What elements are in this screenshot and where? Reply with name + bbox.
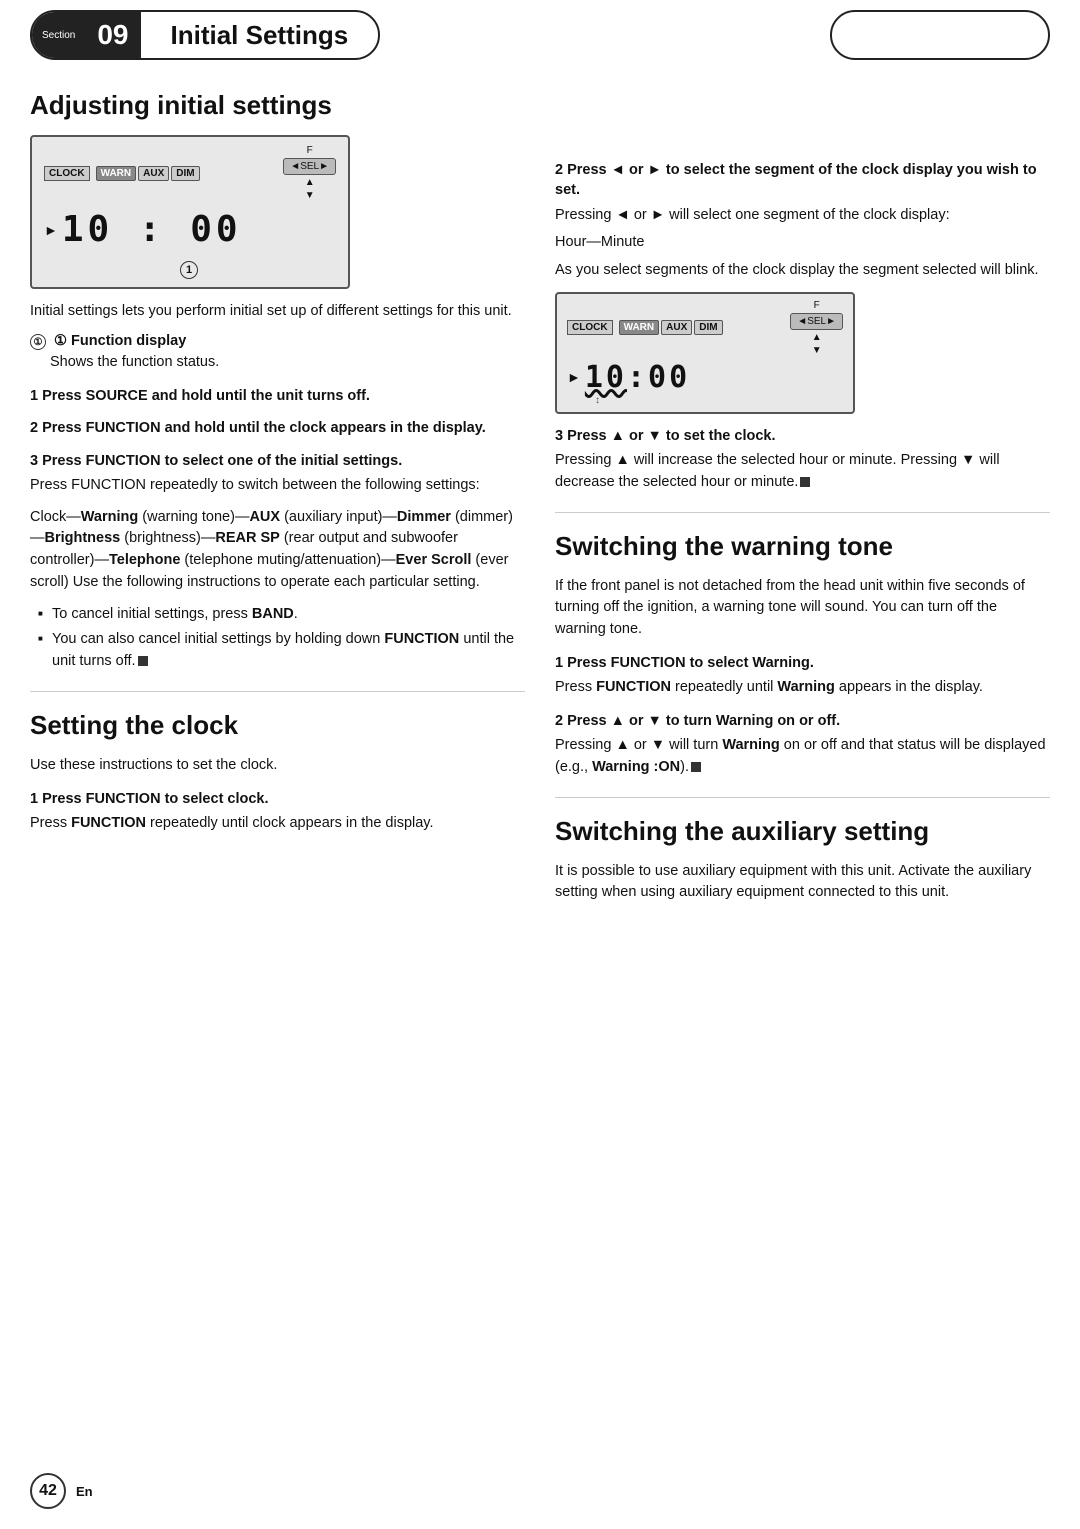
display2-dim-tab: DIM	[694, 320, 722, 335]
display2-warn-tab: WARN	[619, 320, 660, 335]
warning-step1-body: Press FUNCTION repeatedly until Warning …	[555, 677, 1050, 699]
page-header: Section 09 Initial Settings	[0, 0, 1080, 60]
left-column: Adjusting initial settings CLOCK WARN AU…	[30, 80, 525, 914]
display2-time: 10:00	[585, 360, 690, 395]
stop-symbol-2	[800, 477, 810, 487]
func-display-desc: Shows the function status.	[30, 352, 525, 374]
header-right-box	[830, 10, 1050, 60]
step3-heading: 3 Press FUNCTION to select one of the in…	[30, 451, 525, 471]
display-box-1: CLOCK WARN AUX DIM F ◄SEL► ▲ ▼	[30, 135, 350, 289]
section-divider-2	[555, 512, 1050, 513]
warning-step1-heading: 1 Press FUNCTION to select Warning.	[555, 653, 1050, 673]
circled-1: ①	[30, 334, 46, 350]
page-number: 42	[30, 1473, 66, 1509]
warn-tab: WARN	[96, 166, 137, 181]
clock-tab: CLOCK	[44, 166, 90, 181]
display2-minute: 00	[648, 360, 690, 395]
play-arrow-right: ►	[44, 222, 58, 238]
display-top-row: CLOCK WARN AUX DIM F ◄SEL► ▲ ▼	[44, 145, 336, 201]
display2-clock-tab: CLOCK	[567, 320, 613, 335]
clock-step1-body: Press FUNCTION repeatedly until clock ap…	[30, 813, 525, 835]
warning-heading: Switching the warning tone	[555, 531, 1050, 562]
sel-btn[interactable]: ◄SEL►	[283, 158, 336, 175]
section-label: Section	[32, 12, 85, 58]
display2-sel-btn[interactable]: ◄SEL►	[790, 313, 843, 330]
display-tabs: CLOCK WARN AUX DIM	[44, 166, 200, 181]
bullet-item-2: You can also cancel initial settings by …	[38, 629, 525, 673]
display2-time-row: ► 10:00	[567, 360, 843, 395]
display2-play-arrow: ►	[567, 369, 581, 385]
clock-intro: Use these instructions to set the clock.	[30, 755, 525, 777]
adjusting-intro: Initial settings lets you perform initia…	[30, 301, 525, 323]
step3-body2: Clock—Warning (warning tone)—AUX (auxili…	[30, 507, 525, 594]
section-number: 09	[85, 12, 140, 58]
clock-section-right: 2 Press ◄ or ► to select the segment of …	[555, 160, 1050, 494]
clock-section: Setting the clock Use these instructions…	[30, 710, 525, 835]
section-badge: Section 09 Initial Settings	[30, 10, 380, 60]
display-right-controls: F ◄SEL► ▲ ▼	[283, 145, 336, 201]
step3-body1: Press FUNCTION repeatedly to switch betw…	[30, 475, 525, 497]
stop-symbol-3	[691, 762, 701, 772]
auxiliary-heading: Switching the auxiliary setting	[555, 816, 1050, 847]
display2-top-row: CLOCK WARN AUX DIM F ◄SEL► ▲ ▼	[567, 300, 843, 356]
page-footer: 42 En	[30, 1473, 93, 1509]
func-display-title: ① ① Function display	[30, 333, 525, 351]
arrow-up: ▲	[305, 177, 315, 188]
warning-intro: If the front panel is not detached from …	[555, 576, 1050, 641]
display2-right-controls: F ◄SEL► ▲ ▼	[790, 300, 843, 356]
right-column: 2 Press ◄ or ► to select the segment of …	[555, 80, 1050, 914]
display2-arrow-up: ▲	[812, 332, 822, 343]
clock-step3-heading: 3 Press ▲ or ▼ to set the clock.	[555, 426, 1050, 446]
circle-annotation: 1	[44, 260, 336, 279]
warning-step2-heading: 2 Press ▲ or ▼ to turn Warning on or off…	[555, 711, 1050, 731]
circle-1: 1	[180, 261, 198, 279]
display-box-2: CLOCK WARN AUX DIM F ◄SEL► ▲ ▼	[555, 292, 855, 414]
stop-symbol	[138, 656, 148, 666]
display2-hour: 10	[585, 360, 627, 395]
clock-heading: Setting the clock	[30, 710, 525, 741]
adjusting-section: Adjusting initial settings CLOCK WARN AU…	[30, 90, 525, 673]
display2-aux-tab: AUX	[661, 320, 692, 335]
arrow-down: ▼	[305, 190, 315, 201]
bullet-list: To cancel initial settings, press BAND. …	[38, 604, 525, 673]
section-divider-3	[555, 797, 1050, 798]
display2-colon: :	[627, 360, 648, 395]
clock-step1-heading: 1 Press FUNCTION to select clock.	[30, 789, 525, 809]
warning-step2-body: Pressing ▲ or ▼ will turn Warning on or …	[555, 735, 1050, 779]
clock-step2-body: Pressing ◄ or ► will select one segment …	[555, 205, 1050, 282]
section-title-text: Initial Settings	[141, 20, 379, 51]
clock-step3-body: Pressing ▲ will increase the selected ho…	[555, 450, 1050, 494]
clock-step2-heading: 2 Press ◄ or ► to select the segment of …	[555, 160, 1050, 201]
auxiliary-section: Switching the auxiliary setting It is po…	[555, 816, 1050, 905]
main-content: Adjusting initial settings CLOCK WARN AU…	[0, 60, 1080, 934]
blink-arrows: ↕	[567, 395, 843, 406]
dim-tab: DIM	[171, 166, 199, 181]
display2-arrow-down: ▼	[812, 345, 822, 356]
display2-f-label: F	[814, 300, 820, 311]
adjusting-heading: Adjusting initial settings	[30, 90, 525, 121]
f-label: F	[307, 145, 313, 156]
warning-section: Switching the warning tone If the front …	[555, 531, 1050, 779]
display2-tabs: CLOCK WARN AUX DIM	[567, 320, 723, 335]
step2-heading: 2 Press FUNCTION and hold until the cloc…	[30, 418, 525, 438]
step1-heading: 1 Press SOURCE and hold until the unit t…	[30, 386, 525, 406]
auxiliary-intro: It is possible to use auxiliary equipmen…	[555, 861, 1050, 905]
aux-tab: AUX	[138, 166, 169, 181]
section-divider-1	[30, 691, 525, 692]
func-display-block: ① ① Function display Shows the function …	[30, 333, 525, 374]
lang-label: En	[76, 1484, 93, 1499]
bullet-item-1: To cancel initial settings, press BAND.	[38, 604, 525, 626]
display-time: 10 : 00	[62, 205, 242, 254]
